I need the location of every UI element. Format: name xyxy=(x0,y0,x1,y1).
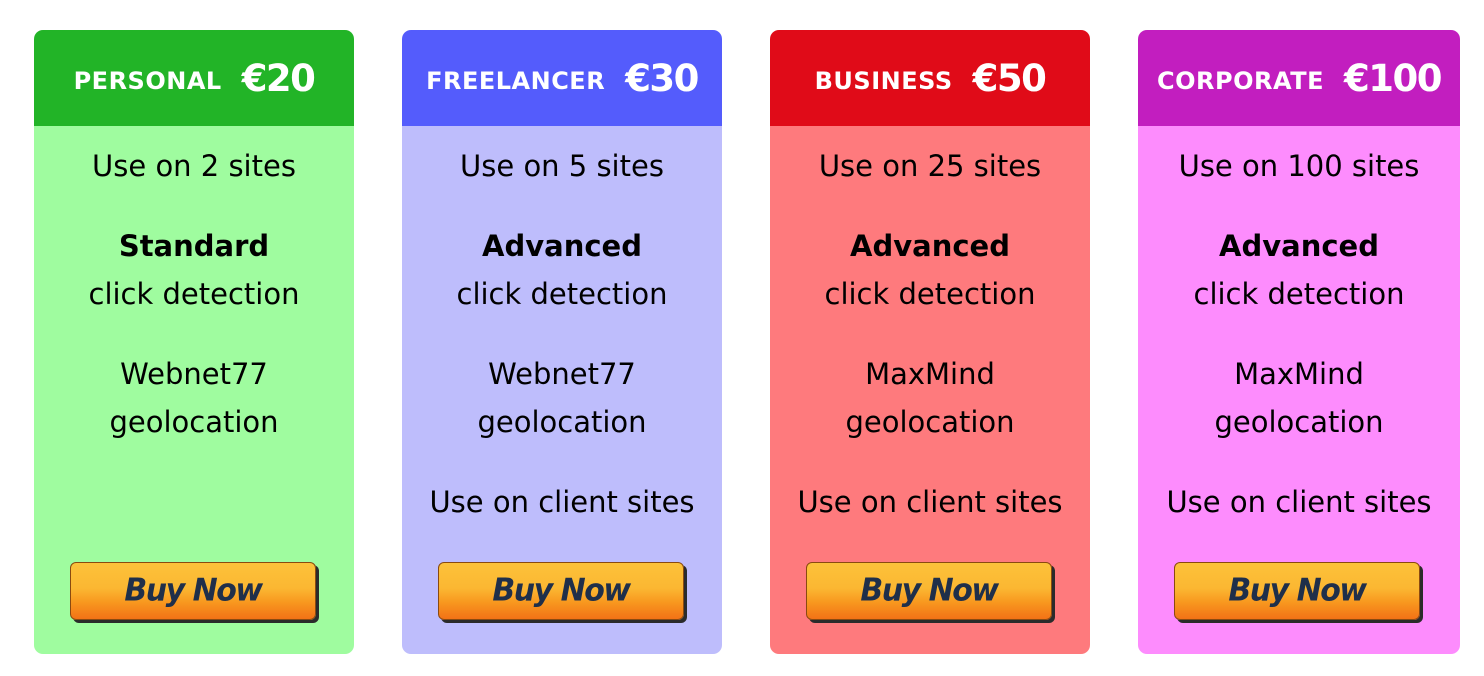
pricing-card-freelancer: FREELANCER €30 Use on 5 sites Advanced c… xyxy=(402,30,722,654)
feature-client-sites: Use on client sites xyxy=(1166,485,1432,519)
plan-price: €50 xyxy=(972,56,1047,100)
buy-now-button[interactable]: Buy Now xyxy=(806,562,1052,620)
detection-level: Advanced xyxy=(1219,229,1379,263)
buy-now-button[interactable]: Buy Now xyxy=(438,562,684,620)
pricing-card-personal: PERSONAL €20 Use on 2 sites Standard cli… xyxy=(34,30,354,654)
card-body: Use on 25 sites Advanced click detection… xyxy=(770,126,1090,654)
card-header: PERSONAL €20 xyxy=(34,30,354,126)
buy-now-button[interactable]: Buy Now xyxy=(70,562,316,620)
pricing-card-corporate: CORPORATE €100 Use on 100 sites Advanced… xyxy=(1138,30,1460,654)
pricing-card-business: BUSINESS €50 Use on 25 sites Advanced cl… xyxy=(770,30,1090,654)
buy-now-button[interactable]: Buy Now xyxy=(1174,562,1420,620)
geo-label: geolocation xyxy=(477,405,647,439)
geo-provider: Webnet77 xyxy=(120,357,268,391)
detection-level: Advanced xyxy=(482,229,642,263)
detection-level: Advanced xyxy=(850,229,1010,263)
plan-price: €100 xyxy=(1343,56,1442,100)
card-header: CORPORATE €100 xyxy=(1138,30,1460,126)
geo-label: geolocation xyxy=(845,405,1015,439)
card-body: Use on 5 sites Advanced click detection … xyxy=(402,126,722,654)
card-body: Use on 2 sites Standard click detection … xyxy=(34,126,354,654)
card-header: FREELANCER €30 xyxy=(402,30,722,126)
detection-level: Standard xyxy=(118,229,270,263)
feature-geolocation: Webnet77 geolocation xyxy=(402,350,722,446)
feature-geolocation: MaxMind geolocation xyxy=(770,350,1090,446)
buy-now-label: Buy Now xyxy=(124,572,263,609)
buy-now-label: Buy Now xyxy=(492,572,631,609)
feature-click-detection: Standard click detection xyxy=(34,222,354,318)
geo-label: geolocation xyxy=(1214,405,1384,439)
geo-label: geolocation xyxy=(109,405,279,439)
plan-name: FREELANCER xyxy=(426,67,606,95)
detection-label: click detection xyxy=(88,277,300,311)
feature-sites: Use on 2 sites xyxy=(92,149,296,183)
feature-sites: Use on 100 sites xyxy=(1178,149,1420,183)
feature-client-sites: Use on client sites xyxy=(429,485,695,519)
card-header: BUSINESS €50 xyxy=(770,30,1090,126)
plan-price: €30 xyxy=(625,56,699,100)
feature-click-detection: Advanced click detection xyxy=(402,222,722,318)
detection-label: click detection xyxy=(824,277,1036,311)
plan-name: PERSONAL xyxy=(73,67,222,95)
geo-provider: Webnet77 xyxy=(488,357,636,391)
buy-now-label: Buy Now xyxy=(860,572,999,609)
feature-sites: Use on 25 sites xyxy=(818,149,1042,183)
feature-geolocation: Webnet77 geolocation xyxy=(34,350,354,446)
geo-provider: MaxMind xyxy=(865,357,995,391)
feature-click-detection: Advanced click detection xyxy=(770,222,1090,318)
feature-sites: Use on 5 sites xyxy=(460,149,664,183)
detection-label: click detection xyxy=(1193,277,1405,311)
geo-provider: MaxMind xyxy=(1234,357,1364,391)
plan-price: €20 xyxy=(241,56,316,100)
feature-click-detection: Advanced click detection xyxy=(1138,222,1460,318)
plan-name: CORPORATE xyxy=(1157,67,1324,95)
feature-client-sites: Use on client sites xyxy=(797,485,1063,519)
detection-label: click detection xyxy=(456,277,668,311)
card-body: Use on 100 sites Advanced click detectio… xyxy=(1138,126,1460,654)
plan-name: BUSINESS xyxy=(814,67,953,95)
buy-now-label: Buy Now xyxy=(1228,572,1367,609)
feature-geolocation: MaxMind geolocation xyxy=(1138,350,1460,446)
